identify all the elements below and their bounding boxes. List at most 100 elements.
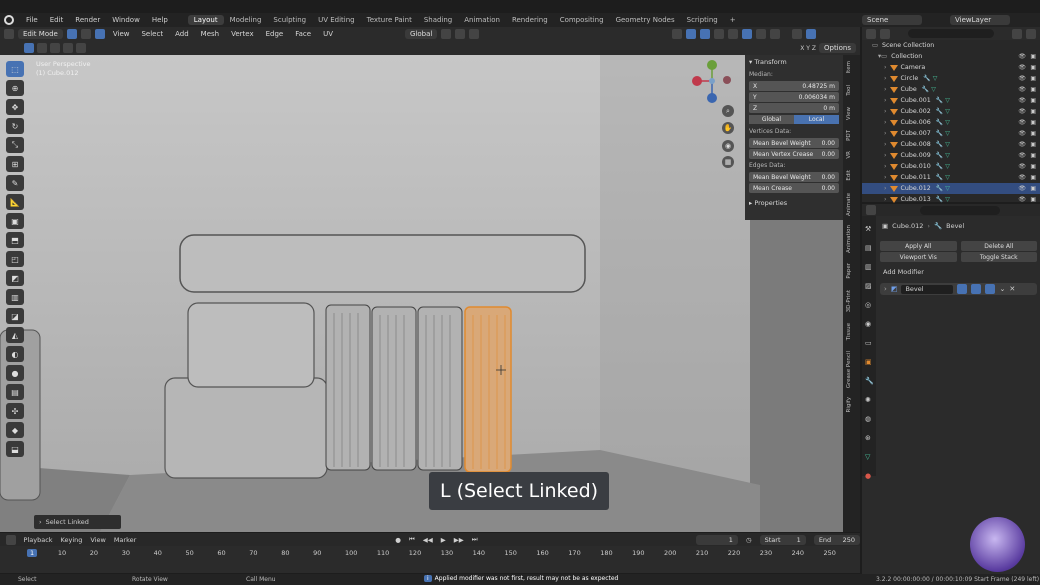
tab-animation[interactable]: Animation	[846, 225, 852, 253]
menu-vertex[interactable]: Vertex	[227, 30, 258, 38]
tab-shading[interactable]: Shading	[418, 15, 458, 25]
collection-properties-icon[interactable]: ▭	[865, 334, 873, 353]
menu-face[interactable]: Face	[291, 30, 315, 38]
tab-animate[interactable]: Animate	[846, 193, 852, 216]
shrink-icon[interactable]: ✣	[6, 403, 24, 419]
spin-icon[interactable]: ◐	[6, 346, 24, 362]
expand-arrow-icon[interactable]: ›	[884, 119, 887, 126]
particles-icon[interactable]: ✺	[865, 391, 873, 410]
menu-select[interactable]: Select	[137, 30, 167, 38]
expand-arrow-icon[interactable]: ›	[884, 152, 887, 159]
outliner-item[interactable]: › Cube.012 🔧 ▽ 👁 ▣	[862, 183, 1040, 194]
select-mode-intersect-icon[interactable]	[76, 43, 86, 53]
expand-arrow-icon[interactable]: ›	[884, 108, 887, 115]
camera-icon[interactable]: ▣	[1030, 130, 1036, 137]
eye-icon[interactable]: 👁	[1018, 196, 1026, 203]
tab-rigify[interactable]: Rigify	[846, 397, 852, 412]
smooth-icon[interactable]: ●	[6, 365, 24, 381]
snap-icon[interactable]	[455, 29, 466, 39]
tab-tissue[interactable]: Tissue	[846, 323, 852, 340]
menu-view[interactable]: View	[109, 30, 134, 38]
select-mode-new-icon[interactable]	[24, 43, 34, 53]
outliner-item[interactable]: › Cube.009 🔧 ▽ 👁 ▣	[862, 150, 1040, 161]
vertex-select-icon[interactable]	[66, 29, 77, 39]
move-icon[interactable]: ✥	[6, 99, 24, 115]
camera-icon[interactable]: ▣	[1030, 97, 1036, 104]
grid-view-icon[interactable]: ▦	[722, 156, 734, 168]
tab-paper[interactable]: Paper	[846, 263, 852, 279]
zoom-icon[interactable]: ⌕	[722, 105, 734, 117]
xray-icon[interactable]	[714, 29, 724, 39]
select-box-icon[interactable]: ⬚	[6, 61, 24, 77]
wireframe-shading-icon[interactable]	[728, 29, 738, 39]
knife-icon[interactable]: ◪	[6, 308, 24, 324]
expand-arrow-icon[interactable]: ›	[884, 75, 887, 82]
add-modifier-dropdown[interactable]: Add Modifier	[880, 266, 1037, 277]
record-icon[interactable]: ●	[395, 536, 401, 544]
tab-edit[interactable]: Edit	[846, 170, 852, 181]
eye-icon[interactable]	[792, 29, 802, 39]
tab-scripting[interactable]: Scripting	[681, 15, 724, 25]
outliner-item[interactable]: › Cube 🔧 ▽ 👁 ▣	[862, 84, 1040, 95]
options-dropdown[interactable]: Options	[818, 43, 856, 53]
tab-item[interactable]: Item	[846, 61, 852, 74]
outliner-item[interactable]: › Camera 👁 ▣	[862, 62, 1040, 73]
eye-icon[interactable]: 👁	[1018, 163, 1026, 170]
menu-marker[interactable]: Marker	[114, 536, 136, 544]
rendered-shading-icon[interactable]	[770, 29, 780, 39]
3d-viewport[interactable]: User Perspective (1) Cube.012 ⌕ ✋ ◉ ▦	[0, 55, 860, 532]
gizmo-icon[interactable]	[686, 29, 696, 39]
outliner-item[interactable]: › Cube.001 🔧 ▽ 👁 ▣	[862, 95, 1040, 106]
properties-section-header[interactable]: ▸ Properties	[745, 196, 843, 210]
material-shading-icon[interactable]	[756, 29, 766, 39]
poly-build-icon[interactable]: ◭	[6, 327, 24, 343]
jump-start-icon[interactable]: ⏮	[409, 535, 415, 544]
scale-icon[interactable]: ⤡	[6, 137, 24, 153]
global-button[interactable]: Global	[749, 115, 794, 124]
eye-icon[interactable]: 👁	[1018, 108, 1026, 115]
expand-arrow-icon[interactable]: ›	[884, 185, 887, 192]
extrude-icon[interactable]: ⬒	[6, 232, 24, 248]
eye-icon[interactable]: 👁	[1018, 53, 1026, 60]
tab-grease-pencil[interactable]: Grease Pencil	[846, 351, 852, 388]
menu-window[interactable]: Window	[106, 16, 146, 24]
measure-icon[interactable]: 📐	[6, 194, 24, 210]
menu-uv[interactable]: UV	[319, 30, 337, 38]
new-collection-icon[interactable]	[1026, 28, 1036, 39]
eye-icon[interactable]: 👁	[1018, 130, 1026, 137]
viewlayer-selector[interactable]: ViewLayer	[950, 15, 1010, 25]
mirror-axis-labels[interactable]: X Y Z	[800, 45, 816, 52]
tool-properties-icon[interactable]: ⚒	[865, 220, 873, 239]
outliner-search-input[interactable]	[908, 29, 994, 38]
mode-dropdown[interactable]: Edit Mode	[18, 29, 63, 39]
mean-crease-field[interactable]: Mean Crease 0.00	[749, 183, 839, 193]
inset-icon[interactable]: ◰	[6, 251, 24, 267]
camera-icon[interactable]: ▣	[1030, 108, 1036, 115]
expand-chevron-icon[interactable]: ›	[884, 285, 887, 293]
tab-layout[interactable]: Layout	[187, 15, 224, 25]
next-key-icon[interactable]: ▶▶	[454, 536, 464, 544]
tab-tool[interactable]: Tool	[846, 85, 852, 96]
menu-render[interactable]: Render	[69, 16, 106, 24]
output-properties-icon[interactable]: ▥	[865, 258, 873, 277]
tab-3d-print[interactable]: 3D-Print	[846, 290, 852, 312]
prev-key-icon[interactable]: ◀◀	[423, 536, 433, 544]
visibility-icon[interactable]	[672, 29, 682, 39]
menu-playback[interactable]: Playback	[24, 536, 53, 544]
tab-animation[interactable]: Animation	[458, 15, 506, 25]
camera-icon[interactable]: ▣	[1030, 141, 1036, 148]
apply-all-button[interactable]: Apply All	[880, 241, 957, 251]
outliner-item[interactable]: › Cube.002 🔧 ▽ 👁 ▣	[862, 106, 1040, 117]
start-frame-field[interactable]: Start 1	[759, 534, 806, 545]
expand-arrow-icon[interactable]: ›	[884, 97, 887, 104]
camera-icon[interactable]: ▣	[1030, 163, 1036, 170]
median-z-field[interactable]: Z0 m	[749, 103, 839, 113]
expand-arrow-icon[interactable]: ›	[884, 130, 887, 137]
annotate-icon[interactable]: ✎	[6, 175, 24, 191]
camera-icon[interactable]: ▣	[1030, 152, 1036, 159]
pan-hand-icon[interactable]: ✋	[722, 122, 734, 134]
modifier-name-field[interactable]: Bevel	[901, 284, 954, 294]
toggle-stack-button[interactable]: Toggle Stack	[960, 252, 1037, 262]
eye-icon[interactable]: 👁	[1018, 75, 1026, 82]
render-properties-icon[interactable]: ▤	[865, 239, 873, 258]
